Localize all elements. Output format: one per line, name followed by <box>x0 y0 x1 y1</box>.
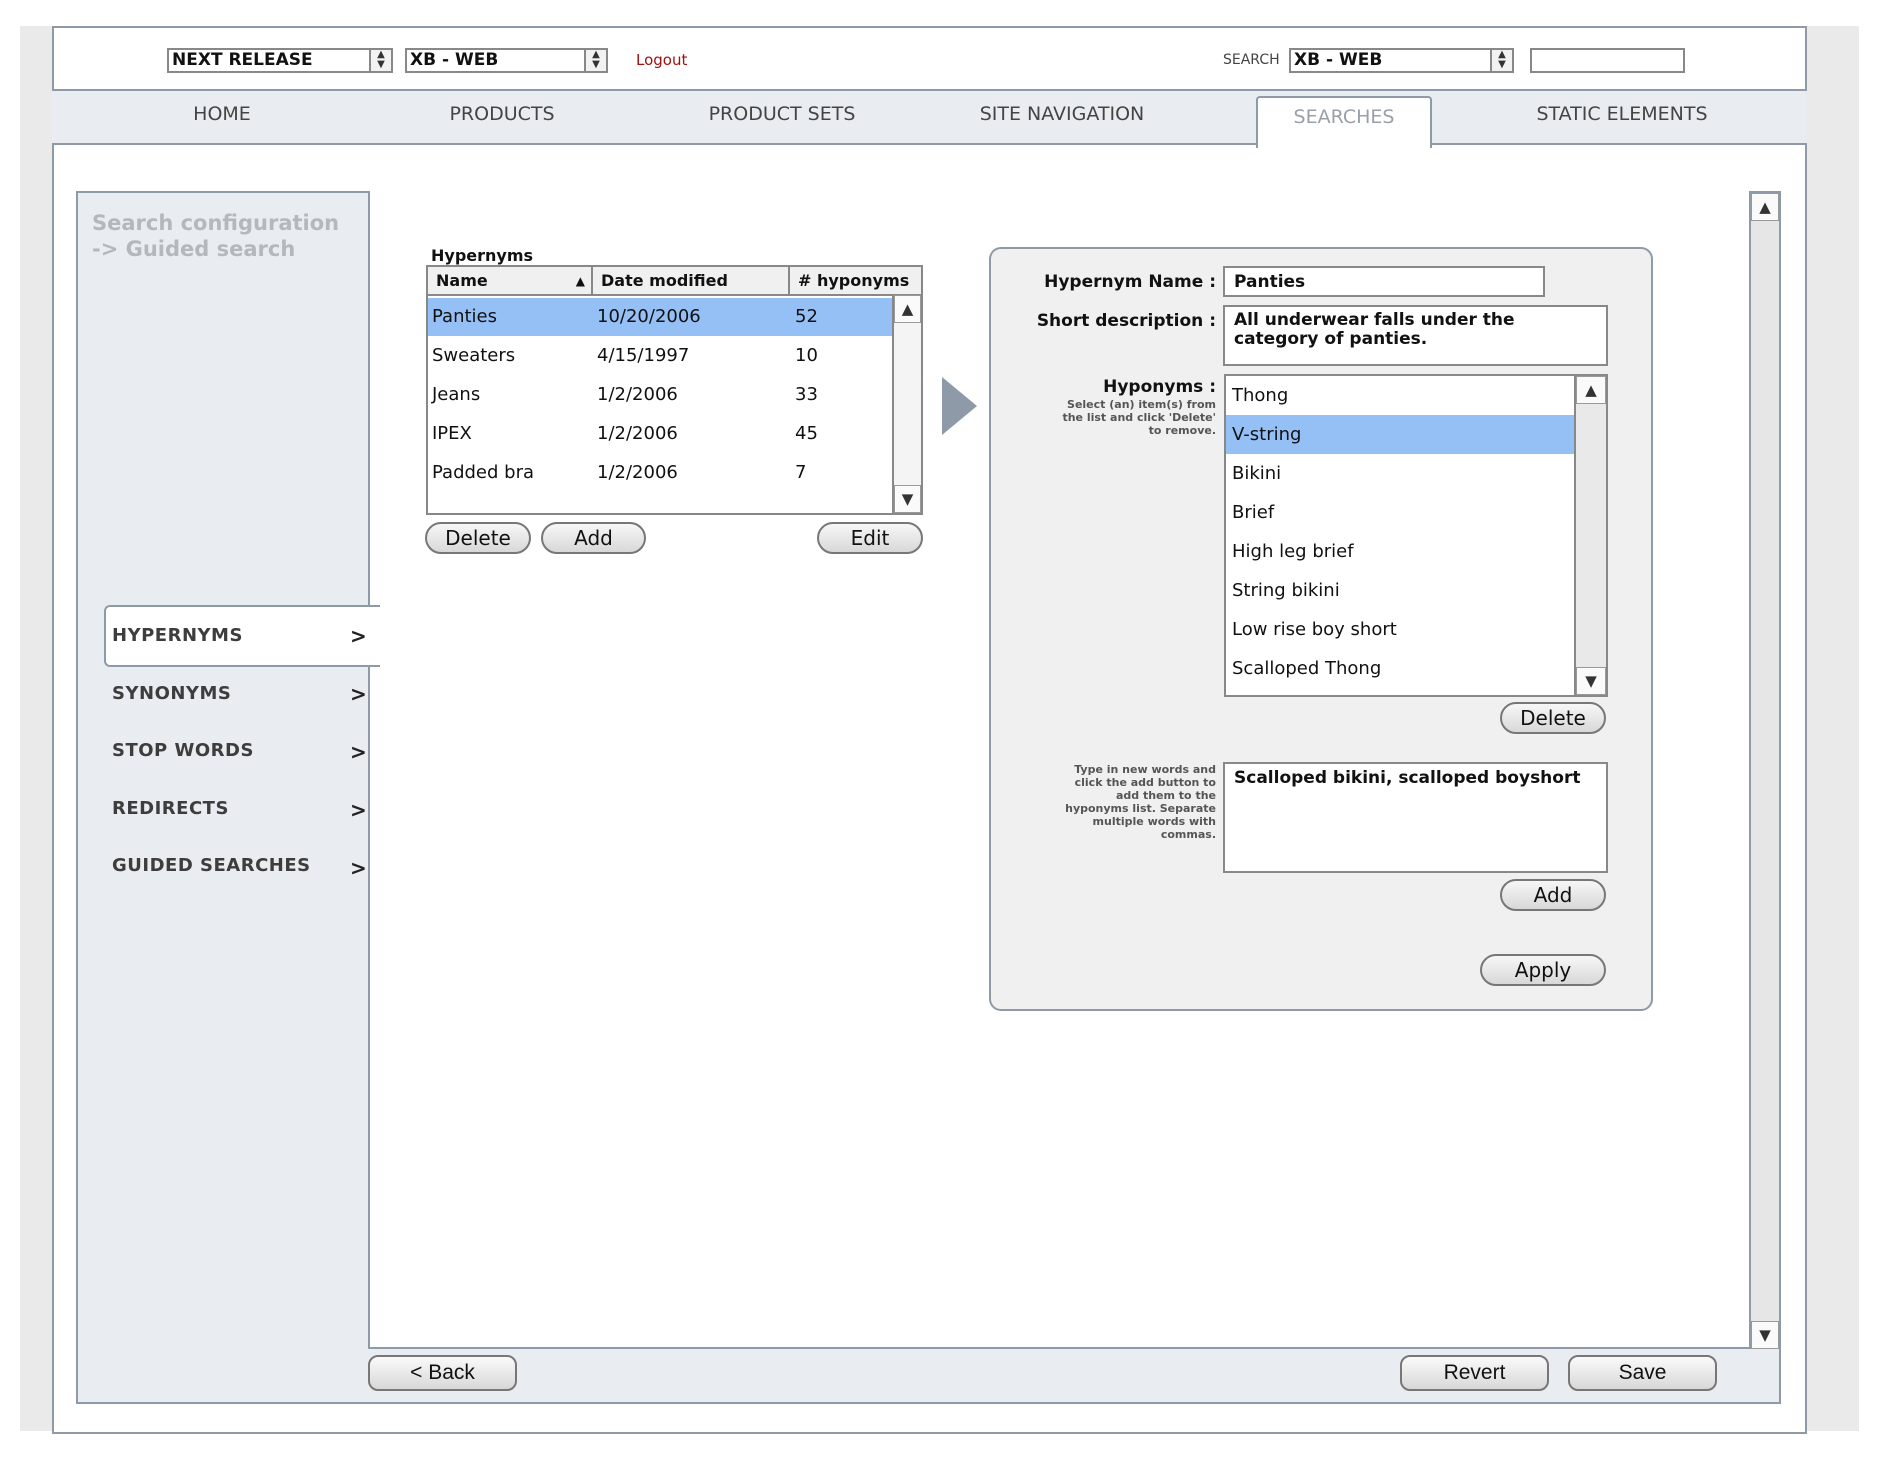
release-select[interactable]: NEXT RELEASE ▲ ▼ <box>167 48 393 73</box>
breadcrumb: Search configuration -> Guided search <box>92 210 339 262</box>
select-arrows-icon: ▲ ▼ <box>584 50 606 71</box>
list-item[interactable]: V-string <box>1226 415 1576 454</box>
table-row[interactable]: Padded bra 1/2/2006 7 <box>428 454 895 492</box>
list-item[interactable]: Bikini <box>1226 454 1576 493</box>
table-row[interactable]: IPEX 1/2/2006 45 <box>428 415 895 453</box>
row-name: IPEX <box>432 423 472 444</box>
apply-button[interactable]: Apply <box>1480 954 1606 986</box>
scroll-up-icon[interactable]: ▲ <box>1751 193 1779 221</box>
hypernym-name-field[interactable]: Panties <box>1223 266 1545 297</box>
new-words-textarea[interactable]: Scalloped bikini, scalloped boyshort <box>1223 762 1608 873</box>
column-header-date[interactable]: Date modified <box>591 267 788 296</box>
site-select[interactable]: XB - WEB ▲ ▼ <box>405 48 608 73</box>
hypernyms-title: Hypernyms <box>431 246 534 265</box>
chevron-right-icon: > <box>350 798 367 822</box>
chevron-right-icon: > <box>350 682 367 706</box>
site-select-value: XB - WEB <box>410 50 499 70</box>
hyponyms-list: Thong V-string Bikini Brief High leg bri… <box>1224 374 1608 697</box>
sidebar-item-stop-words[interactable]: STOP WORDS <box>112 740 254 761</box>
column-header-hyponyms[interactable]: # hyponyms <box>788 267 921 296</box>
chevron-right-icon: > <box>350 740 367 764</box>
row-name: Jeans <box>432 384 481 405</box>
row-count: 33 <box>795 384 818 405</box>
row-count: 45 <box>795 423 818 444</box>
tab-product-sets[interactable]: PRODUCT SETS <box>692 89 872 139</box>
chevron-right-icon: > <box>350 624 367 648</box>
list-item[interactable]: String bikini <box>1226 571 1576 610</box>
select-arrows-icon: ▲ ▼ <box>369 50 391 71</box>
search-input[interactable] <box>1530 48 1685 73</box>
sidebar-item-redirects[interactable]: REDIRECTS <box>112 798 229 819</box>
release-select-value: NEXT RELEASE <box>172 50 313 70</box>
hypernyms-table: Name ▲ Date modified # hyponyms Panties … <box>426 265 923 515</box>
select-arrows-icon: ▲ ▼ <box>1490 50 1512 71</box>
row-name: Panties <box>432 306 497 327</box>
short-description-label: Short description : <box>1036 311 1216 331</box>
row-date: 1/2/2006 <box>597 462 678 483</box>
logout-link[interactable]: Logout <box>636 51 687 69</box>
save-button[interactable]: Save <box>1568 1355 1717 1391</box>
scroll-up-icon[interactable]: ▲ <box>1576 376 1606 404</box>
list-item[interactable]: Brief <box>1226 493 1576 532</box>
delete-hypernym-button[interactable]: Delete <box>425 522 531 554</box>
hyponyms-scrollbar[interactable]: ▲ ▼ <box>1574 376 1606 695</box>
list-item[interactable]: Thong <box>1226 376 1576 415</box>
row-date: 1/2/2006 <box>597 423 678 444</box>
short-description-field[interactable]: All underwear falls under the category o… <box>1223 305 1608 366</box>
search-label: SEARCH <box>1223 52 1280 68</box>
table-row[interactable]: Sweaters 4/15/1997 10 <box>428 337 895 375</box>
sidebar-item-guided-searches[interactable]: GUIDED SEARCHES <box>112 855 311 876</box>
scroll-down-icon[interactable]: ▼ <box>894 485 921 513</box>
list-item[interactable]: Low rise boy short <box>1226 610 1576 649</box>
hyponyms-label: Hyponyms : <box>1103 377 1216 397</box>
breadcrumb-line-1: Search configuration <box>92 211 340 235</box>
delete-hyponym-button[interactable]: Delete <box>1500 702 1606 734</box>
row-count: 10 <box>795 345 818 366</box>
breadcrumb-line-2: -> Guided search <box>92 237 296 261</box>
row-count: 7 <box>795 462 807 483</box>
search-scope-select[interactable]: XB - WEB ▲ ▼ <box>1289 48 1514 73</box>
arrow-right-icon <box>942 377 977 435</box>
hypernym-name-label: Hypernym Name : <box>1044 272 1216 292</box>
edit-hypernym-button[interactable]: Edit <box>817 522 923 554</box>
row-count: 52 <box>795 306 818 327</box>
background-strip-right <box>1807 26 1859 1431</box>
row-date: 4/15/1997 <box>597 345 690 366</box>
column-header-name[interactable]: Name ▲ <box>428 267 591 296</box>
add-hypernym-button[interactable]: Add <box>541 522 646 554</box>
revert-button[interactable]: Revert <box>1400 1355 1549 1391</box>
add-hyponym-button[interactable]: Add <box>1500 879 1606 911</box>
tab-static-elements[interactable]: STATIC ELEMENTS <box>1522 89 1722 139</box>
search-scope-value: XB - WEB <box>1294 50 1383 70</box>
hyponyms-hint: Select (an) item(s) from the list and cl… <box>1062 398 1216 437</box>
row-name: Padded bra <box>432 462 535 483</box>
tab-site-navigation[interactable]: SITE NAVIGATION <box>962 89 1162 139</box>
chevron-right-icon: > <box>350 856 367 880</box>
tab-products[interactable]: PRODUCTS <box>422 89 582 139</box>
sort-ascending-icon: ▲ <box>575 274 585 288</box>
table-row[interactable]: Panties 10/20/2006 52 <box>428 298 895 336</box>
list-item[interactable]: Scalloped Thong <box>1226 649 1576 688</box>
scroll-down-icon[interactable]: ▼ <box>1751 1321 1779 1349</box>
background-strip-left <box>20 26 52 1431</box>
scroll-up-icon[interactable]: ▲ <box>894 295 921 323</box>
row-date: 10/20/2006 <box>597 306 701 327</box>
back-button[interactable]: < Back <box>368 1355 517 1391</box>
page-scrollbar[interactable]: ▲ ▼ <box>1749 193 1779 1349</box>
sidebar-item-synonyms[interactable]: SYNONYMS <box>112 683 231 704</box>
table-scrollbar[interactable]: ▲ ▼ <box>892 295 921 513</box>
tab-searches[interactable]: SEARCHES <box>1256 96 1432 148</box>
list-item[interactable]: High leg brief <box>1226 532 1576 571</box>
row-name: Sweaters <box>432 345 516 366</box>
scroll-down-icon[interactable]: ▼ <box>1576 667 1606 695</box>
table-row[interactable]: Jeans 1/2/2006 33 <box>428 376 895 414</box>
sidebar-item-hypernyms[interactable]: HYPERNYMS <box>112 625 243 646</box>
new-words-hint: Type in new words and click the add butt… <box>1065 763 1216 841</box>
tab-home[interactable]: HOME <box>152 89 292 139</box>
row-date: 1/2/2006 <box>597 384 678 405</box>
